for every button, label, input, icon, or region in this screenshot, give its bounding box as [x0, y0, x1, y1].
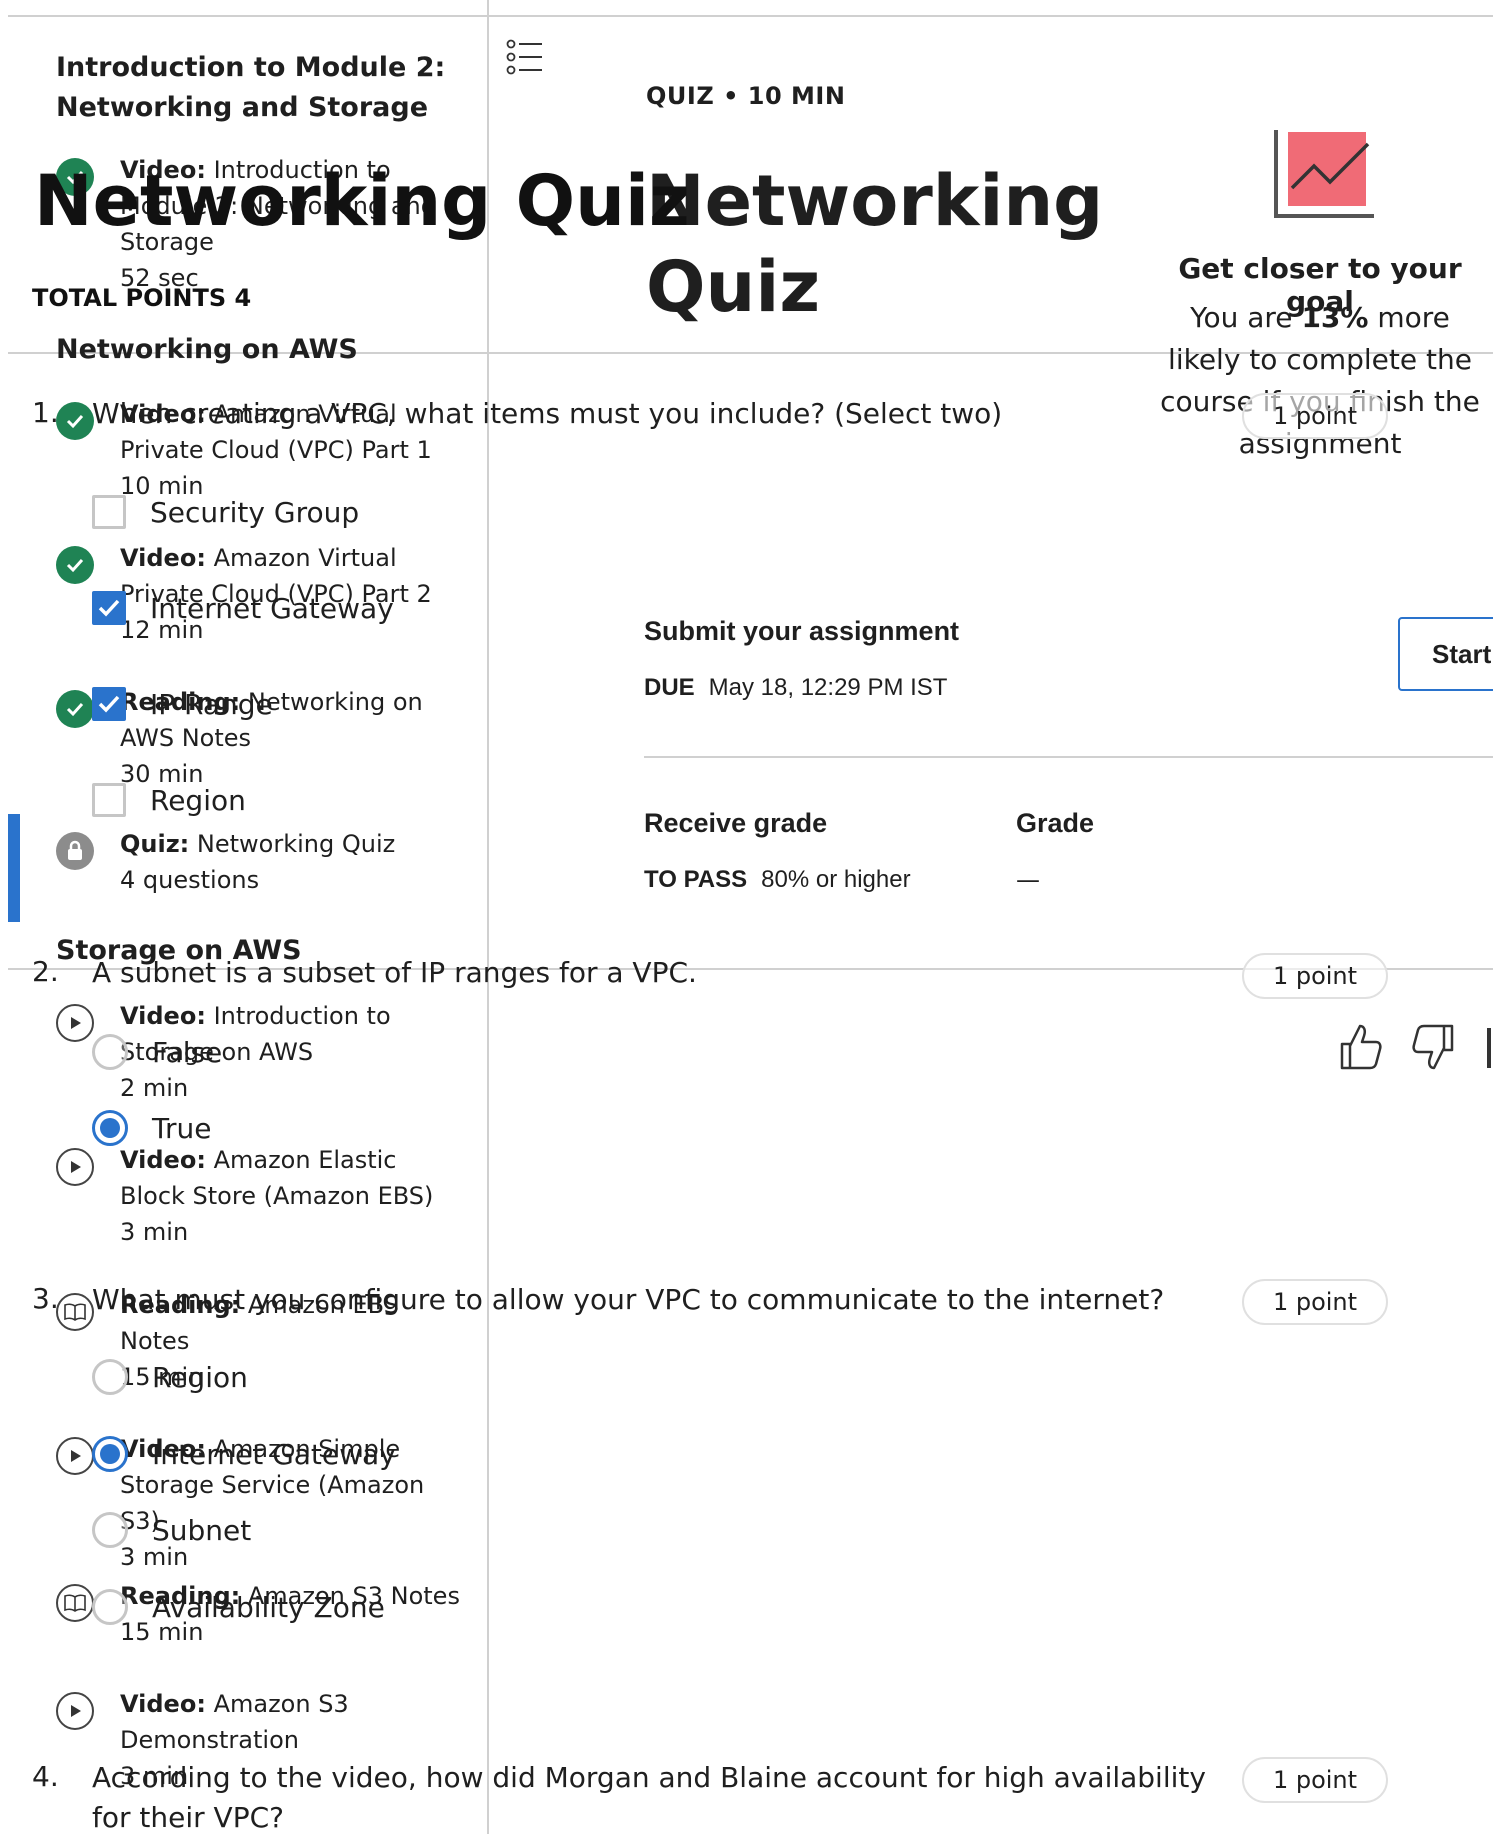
answer-option[interactable]: True: [92, 1108, 211, 1148]
radio-dot: [100, 1118, 120, 1138]
radio-button[interactable]: [92, 1589, 128, 1625]
radio-button[interactable]: [92, 1512, 128, 1548]
checkbox[interactable]: [92, 495, 126, 529]
answer-option[interactable]: Security Group: [92, 492, 359, 532]
radio-button[interactable]: [92, 1034, 128, 1070]
radio-button[interactable]: [92, 1110, 128, 1146]
quiz-title: Networking Quiz: [34, 160, 690, 242]
points-badge: 1 point: [1242, 393, 1388, 439]
quiz-overlay: Networking Quiz TOTAL POINTS 4 1. When c…: [0, 0, 1493, 1834]
option-label: Internet Gateway: [150, 591, 394, 625]
checkbox[interactable]: [92, 591, 126, 625]
question-number: 3.: [32, 1282, 59, 1315]
checkbox[interactable]: [92, 687, 126, 721]
radio-dot: [100, 1444, 120, 1464]
question-number: 2.: [32, 955, 59, 988]
answer-option[interactable]: Availability Zone: [92, 1587, 385, 1627]
option-label: True: [152, 1111, 212, 1145]
answer-option[interactable]: IP Range: [92, 684, 273, 724]
option-label: IP Range: [150, 687, 273, 721]
answer-option[interactable]: Internet Gateway: [92, 588, 394, 628]
option-label: Availability Zone: [152, 1590, 385, 1624]
question-number: 1.: [32, 396, 59, 429]
check-icon: [98, 695, 120, 713]
total-points: TOTAL POINTS 4: [32, 284, 252, 312]
option-label: Subnet: [152, 1513, 252, 1547]
question-number: 4.: [32, 1760, 59, 1793]
option-label: Internet Gateway: [152, 1437, 396, 1471]
answer-option[interactable]: Subnet: [92, 1510, 251, 1550]
points-badge: 1 point: [1242, 953, 1388, 999]
points-badge: 1 point: [1242, 1757, 1388, 1803]
option-label: Region: [150, 783, 246, 817]
question-text: A subnet is a subset of IP ranges for a …: [92, 956, 697, 989]
question-text: What must you configure to allow your VP…: [92, 1283, 1165, 1316]
option-label: False: [152, 1035, 223, 1069]
points-badge: 1 point: [1242, 1279, 1388, 1325]
answer-option[interactable]: Region: [92, 780, 246, 820]
option-label: Security Group: [150, 495, 360, 529]
question-text: According to the video, how did Morgan a…: [92, 1761, 1206, 1834]
radio-button[interactable]: [92, 1436, 128, 1472]
answer-option[interactable]: Internet Gateway: [92, 1434, 396, 1474]
option-label: Region: [152, 1360, 248, 1394]
answer-option[interactable]: Region: [92, 1357, 248, 1397]
check-icon: [98, 599, 120, 617]
radio-button[interactable]: [92, 1359, 128, 1395]
question-text: When creating a VPC, what items must you…: [92, 397, 1003, 430]
checkbox[interactable]: [92, 783, 126, 817]
answer-option[interactable]: False: [92, 1032, 222, 1072]
